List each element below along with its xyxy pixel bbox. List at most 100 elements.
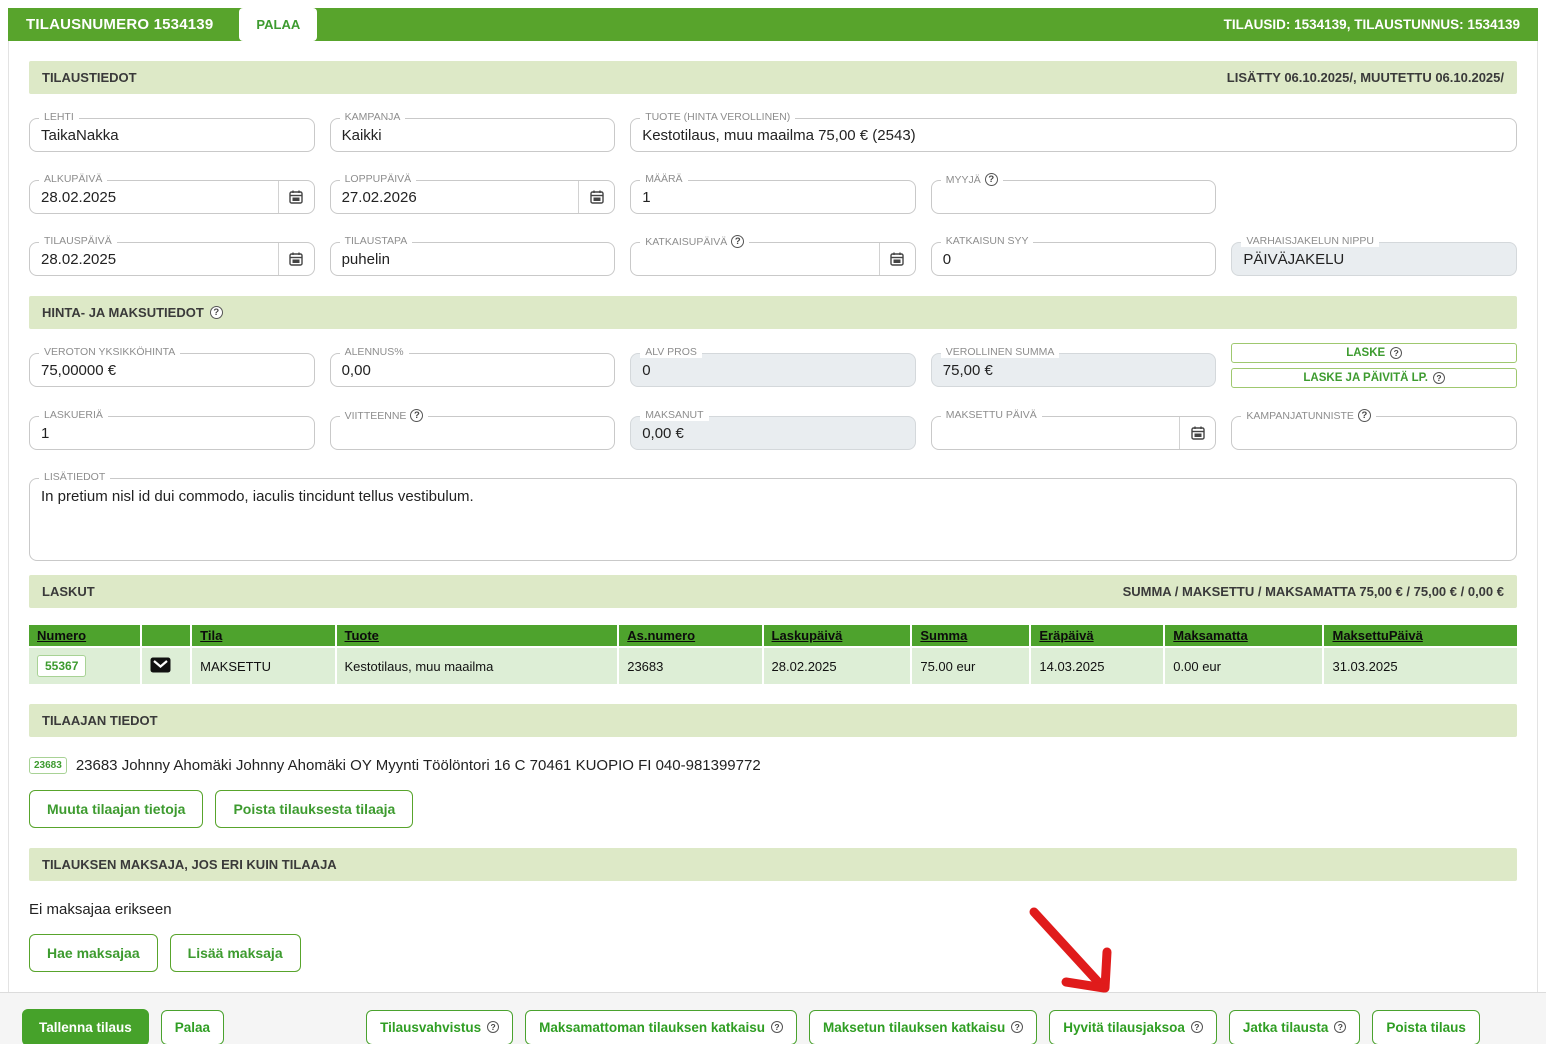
- tilauspaiva-calendar-button[interactable]: [278, 243, 314, 275]
- alkupaiva-calendar-button[interactable]: [278, 181, 314, 213]
- katkaisun-syy-input[interactable]: [932, 243, 1216, 275]
- back-button-bottom[interactable]: Palaa: [161, 1010, 224, 1044]
- katkaisupaiva-calendar-button[interactable]: [879, 243, 915, 275]
- loppupaiva-input[interactable]: [331, 181, 579, 213]
- calendar-icon: [589, 189, 605, 205]
- tuote-input[interactable]: [631, 119, 1516, 151]
- edit-subscriber-button[interactable]: Muuta tilaajan tietoja: [29, 790, 203, 828]
- column-maksettupaiva[interactable]: MaksettuPäivä: [1332, 628, 1422, 643]
- laskueria-input[interactable]: [30, 417, 314, 449]
- alennus-field: ALENNUS%: [330, 353, 616, 387]
- cancel-paid-order-button[interactable]: Maksetun tilauksen katkaisu?: [809, 1010, 1037, 1044]
- search-payer-button[interactable]: Hae maksajaa: [29, 934, 158, 972]
- credit-order-period-button[interactable]: Hyvitä tilausjaksoa?: [1049, 1010, 1217, 1044]
- verollinen-summa-field: VEROLLINEN SUMMA: [931, 353, 1217, 387]
- column-erapaiva[interactable]: Eräpäivä: [1039, 628, 1093, 643]
- help-icon[interactable]: ?: [210, 306, 223, 319]
- order-fields-grid: LEHTI KAMPANJA TUOTE (HINTA VEROLLINEN) …: [29, 94, 1517, 282]
- maksettu-paiva-input[interactable]: [932, 417, 1180, 449]
- section-invoices: LASKUT SUMMA / MAKSETTU / MAKSAMATTA 75,…: [29, 575, 1517, 608]
- column-maksamatta[interactable]: Maksamatta: [1173, 628, 1247, 643]
- remove-subscriber-button[interactable]: Poista tilauksesta tilaaja: [215, 790, 413, 828]
- invoice-date: 28.02.2025: [763, 647, 912, 684]
- help-icon[interactable]: ?: [985, 173, 998, 186]
- column-numero[interactable]: Numero: [37, 628, 86, 643]
- maara-input[interactable]: [631, 181, 915, 213]
- invoices-table: Numero Tila Tuote As.numero Laskupäivä S…: [29, 625, 1517, 684]
- help-icon: ?: [1191, 1021, 1203, 1033]
- section-order-info-title: TILAUSTIEDOT: [42, 70, 137, 85]
- price-fields-grid: VEROTON YKSIKKÖHINTA ALENNUS% ALV PROS V…: [29, 329, 1517, 456]
- tuote-field: TUOTE (HINTA VEROLLINEN): [630, 118, 1517, 152]
- subscriber-info-line: 23683 23683 Johnny Ahomäki Johnny Ahomäk…: [29, 757, 1517, 774]
- lisatiedot-field: LISÄTIEDOT In pretium nisl id dui commod…: [29, 478, 1517, 561]
- delete-order-button[interactable]: Poista tilaus: [1372, 1010, 1480, 1044]
- invoice-due-date: 14.03.2025: [1030, 647, 1164, 684]
- invoices-summary: SUMMA / MAKSETTU / MAKSAMATTA 75,00 € / …: [1123, 584, 1504, 599]
- laskueria-label: LASKUERIÄ: [44, 409, 103, 421]
- column-summa[interactable]: Summa: [920, 628, 967, 643]
- invoice-customer-number: 23683: [618, 647, 762, 684]
- customer-number-badge[interactable]: 23683: [29, 757, 67, 774]
- laskueria-field: LASKUERIÄ: [29, 416, 315, 450]
- add-payer-button[interactable]: Lisää maksaja: [170, 934, 301, 972]
- maksanut-input: [631, 417, 915, 449]
- alv-pros-label: ALV PROS: [645, 346, 697, 358]
- calendar-icon: [288, 189, 304, 205]
- invoice-paid-date: 31.03.2025: [1323, 647, 1517, 684]
- payer-status-text: Ei maksajaa erikseen: [29, 901, 1517, 918]
- column-asnumero[interactable]: As.numero: [627, 628, 695, 643]
- veroton-yksikkohinta-input[interactable]: [30, 354, 314, 386]
- help-icon[interactable]: ?: [410, 409, 423, 422]
- invoice-number-badge[interactable]: 55367: [37, 655, 86, 677]
- column-laskupaiva[interactable]: Laskupäivä: [772, 628, 843, 643]
- tilauspaiva-input[interactable]: [30, 243, 278, 275]
- tilaustapa-input[interactable]: [331, 243, 615, 275]
- column-tuote[interactable]: Tuote: [345, 628, 379, 643]
- order-page: TILAUSNUMERO 1534139 PALAA TILAUSID: 153…: [0, 0, 1546, 1044]
- envelope-icon[interactable]: [150, 657, 171, 673]
- maara-label: MÄÄRÄ: [645, 173, 682, 185]
- help-icon[interactable]: ?: [1358, 409, 1371, 422]
- help-icon: ?: [487, 1021, 499, 1033]
- loppupaiva-calendar-button[interactable]: [578, 181, 614, 213]
- alennus-input[interactable]: [331, 354, 615, 386]
- continue-order-button[interactable]: Jatka tilausta?: [1229, 1010, 1361, 1044]
- lisatiedot-textarea[interactable]: In pretium nisl id dui commodo, iaculis …: [30, 479, 1516, 555]
- lehti-field: LEHTI: [29, 118, 315, 152]
- help-icon: ?: [771, 1021, 783, 1033]
- katkaisupaiva-label: KATKAISUPÄIVÄ: [645, 236, 727, 248]
- back-button-top[interactable]: PALAA: [239, 8, 317, 41]
- verollinen-summa-label: VEROLLINEN SUMMA: [946, 346, 1055, 358]
- viitteenne-field: VIITTEENNE?: [330, 416, 616, 450]
- page-title: TILAUSNUMERO 1534139: [26, 16, 213, 33]
- alv-pros-field: ALV PROS: [630, 353, 916, 387]
- cancel-unpaid-order-button[interactable]: Maksamattoman tilauksen katkaisu?: [525, 1010, 797, 1044]
- section-price-info: HINTA- JA MAKSUTIEDOT?: [29, 296, 1517, 329]
- save-order-button[interactable]: Tallenna tilaus: [22, 1009, 149, 1044]
- alv-pros-input: [631, 354, 915, 386]
- maksanut-label: MAKSANUT: [645, 409, 703, 421]
- maksanut-field: MAKSANUT: [630, 416, 916, 450]
- subscriber-info-text: 23683 Johnny Ahomäki Johnny Ahomäki OY M…: [76, 757, 761, 774]
- laske-button[interactable]: LASKE?: [1231, 343, 1517, 363]
- added-modified-meta: LISÄTTY 06.10.2025/, MUUTETTU 06.10.2025…: [1227, 70, 1504, 85]
- lisatiedot-label: LISÄTIEDOT: [44, 471, 105, 483]
- kampanja-input[interactable]: [331, 119, 615, 151]
- main-content: TILAUSTIEDOT LISÄTTY 06.10.2025/, MUUTET…: [8, 41, 1538, 992]
- section-price-info-title: HINTA- JA MAKSUTIEDOT: [42, 305, 204, 320]
- lehti-input[interactable]: [30, 119, 314, 151]
- help-icon[interactable]: ?: [731, 235, 744, 248]
- footer-action-bar: Tallenna tilaus Palaa Tilausvahvistus? M…: [0, 992, 1546, 1044]
- section-order-info: TILAUSTIEDOT LISÄTTY 06.10.2025/, MUUTET…: [29, 61, 1517, 94]
- tilaustapa-label: TILAUSTAPA: [345, 235, 408, 247]
- help-icon: ?: [1390, 347, 1402, 359]
- alkupaiva-input[interactable]: [30, 181, 278, 213]
- column-tila[interactable]: Tila: [200, 628, 222, 643]
- invoice-row: 55367 MAKSETTU Kestotilaus, muu maailma …: [29, 647, 1517, 684]
- laske-ja-paivita-button[interactable]: LASKE JA PÄIVITÄ LP.?: [1231, 368, 1517, 388]
- section-payer-title: TILAUKSEN MAKSAJA, JOS ERI KUIN TILAAJA: [42, 857, 337, 872]
- calendar-icon: [889, 251, 905, 267]
- order-confirmation-button[interactable]: Tilausvahvistus?: [366, 1010, 513, 1044]
- maksettu-paiva-calendar-button[interactable]: [1179, 417, 1215, 449]
